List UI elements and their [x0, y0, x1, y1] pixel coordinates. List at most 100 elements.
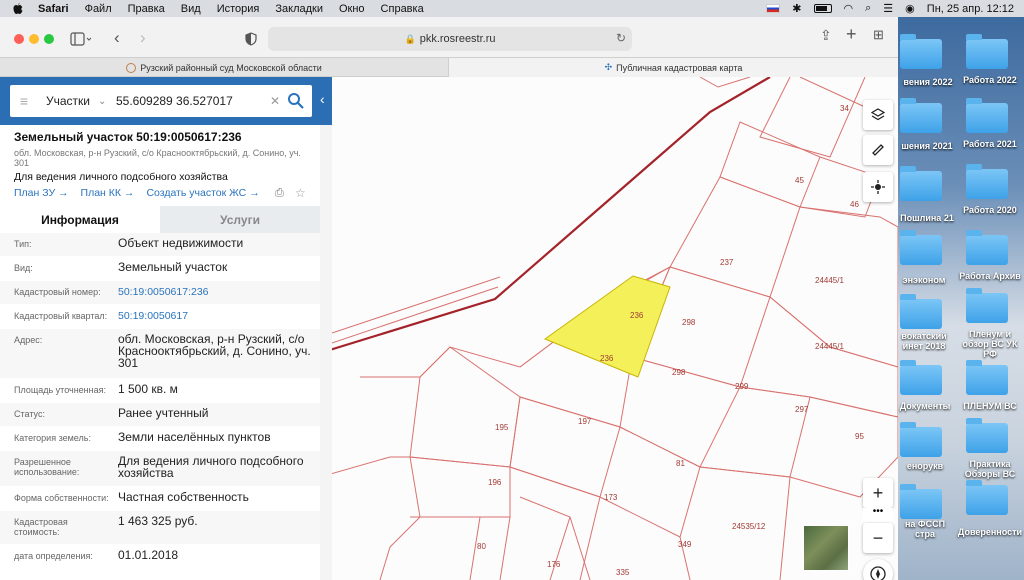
cadastral-map[interactable]: 34 45 46 237 24445/1 24445/1 236 236 298… — [320, 77, 898, 580]
plan-zu-link[interactable]: План ЗУ → — [14, 187, 69, 199]
desktop-folder[interactable]: Пошлина 21 — [898, 163, 954, 223]
map-parcel-number: 95 — [855, 432, 864, 441]
tab-label: Рузский районный суд Московской области — [140, 62, 322, 73]
menu-help[interactable]: Справка — [381, 3, 424, 15]
reload-icon[interactable]: ↻ — [616, 31, 626, 45]
close-window-button[interactable] — [14, 34, 24, 44]
desktop-folder[interactable]: Доверенности — [956, 480, 1024, 543]
sidebar-toggle-icon[interactable] — [70, 32, 92, 46]
desktop-folder[interactable]: энэконом — [898, 229, 952, 289]
tab-services[interactable]: Услуги — [160, 206, 320, 233]
parcel-boundaries[interactable]: 34 45 46 237 24445/1 24445/1 236 236 298… — [320, 77, 898, 580]
measure-button[interactable] — [863, 135, 893, 165]
new-tab-button[interactable]: + — [846, 24, 857, 45]
map-parcel-number: 298 — [682, 318, 696, 327]
map-parcel-number: 173 — [604, 493, 618, 502]
desktop-folder[interactable]: ПЛЕНУМ ВС — [956, 357, 1024, 417]
desktop-folder[interactable]: вокатский инет 2018 — [898, 293, 952, 357]
siri-icon[interactable]: ◉ — [905, 2, 915, 15]
desktop-folder[interactable]: Работа 2022 — [956, 31, 1024, 91]
menu-history[interactable]: История — [217, 3, 260, 15]
plan-kk-link[interactable]: План КК → — [81, 187, 135, 199]
favorite-star-icon[interactable]: ☆ — [295, 186, 306, 200]
collapse-panel-icon[interactable]: ‹ — [320, 91, 325, 107]
tab-overview-icon[interactable]: ⊞ — [873, 27, 884, 43]
privacy-shield-icon[interactable] — [245, 32, 257, 46]
folder-icon — [900, 484, 942, 519]
cadastral-quarter-link[interactable]: 50:19:0050617 — [118, 310, 313, 322]
desktop-folder[interactable]: Пленум и обзор ВС УК РФ — [956, 288, 1024, 359]
search-type-select[interactable]: Участки — [46, 94, 98, 108]
desktop-folder[interactable]: шения 2021 — [898, 95, 953, 155]
map-parcel-number: 46 — [850, 200, 859, 209]
back-button[interactable]: ‹ — [114, 28, 120, 48]
folder-icon — [900, 166, 942, 201]
search-box: ≡ Участки ⌄ 55.609289 36.527017 ✕ — [10, 85, 312, 117]
battery-icon[interactable] — [813, 4, 832, 13]
map-parcel-number: 24445/1 — [815, 342, 844, 351]
bluetooth-icon[interactable]: ✱ — [792, 2, 801, 15]
menu-file[interactable]: Файл — [85, 3, 112, 15]
desktop-folder[interactable]: Практика Обзоры ВС — [956, 418, 1024, 481]
folder-icon — [966, 34, 1008, 69]
menu-view[interactable]: Вид — [181, 3, 201, 15]
parcel-title: Земельный участок 50:19:0050617:236 — [14, 130, 242, 144]
folder-icon — [966, 164, 1008, 199]
search-menu-icon[interactable]: ⌕ — [865, 2, 871, 15]
menu-app-name[interactable]: Safari — [38, 3, 69, 15]
hamburger-menu-icon[interactable]: ≡ — [10, 93, 38, 109]
satellite-basemap-thumbnail[interactable] — [803, 525, 849, 571]
zoom-out-button[interactable]: − — [863, 523, 893, 553]
desktop-folder[interactable]: вения 2022 — [898, 31, 953, 91]
input-language-flag-icon[interactable] — [766, 4, 781, 13]
wifi-icon[interactable]: ◠ — [844, 2, 854, 15]
search-input[interactable]: 55.609289 36.527017 — [116, 94, 270, 108]
menu-edit[interactable]: Правка — [128, 3, 165, 15]
locate-button[interactable] — [863, 172, 893, 202]
create-zhs-link[interactable]: Создать участок ЖС → — [146, 187, 259, 199]
zoom-window-button[interactable] — [44, 34, 54, 44]
address-bar[interactable]: 🔒 pkk.rosreestr.ru ↻ — [268, 27, 632, 51]
tab-court-site[interactable]: Рузский районный суд Московской области — [0, 58, 449, 77]
more-zoom-options-button[interactable]: ••• — [863, 507, 893, 522]
folder-icon — [966, 360, 1008, 395]
map-parcel-number: 236 — [600, 354, 614, 363]
tab-cadastral-map[interactable]: ✣ Публичная кадастровая карта — [449, 58, 898, 77]
clear-search-icon[interactable]: ✕ — [270, 94, 286, 108]
attribute-row: Категория земель: Земли населённых пункто… — [0, 427, 320, 451]
folder-icon — [900, 230, 942, 265]
ruler-icon — [872, 144, 884, 156]
attribute-row: Вид: Земельный участок — [0, 257, 320, 281]
desktop-folder[interactable]: енорукв — [898, 421, 952, 481]
report-icon[interactable]: ⎙ — [275, 187, 284, 200]
menu-bookmarks[interactable]: Закладки — [275, 3, 323, 15]
chevron-down-icon[interactable]: ⌄ — [98, 96, 112, 107]
parcel-address: обл. Московская, р-н Рузский, с/о Красно… — [14, 148, 301, 168]
share-icon[interactable]: ⇪ — [820, 27, 832, 44]
panel-scrollbar[interactable] — [320, 125, 332, 580]
map-parcel-number: 236 — [630, 311, 644, 320]
map-parcel-number: 196 — [488, 478, 502, 487]
desktop-folder[interactable]: Работа 2021 — [956, 95, 1024, 155]
desktop-folder[interactable]: Работа Архив — [956, 229, 1024, 289]
layers-button[interactable] — [863, 100, 893, 130]
map-parcel-number: 80 — [477, 542, 486, 551]
tab-information[interactable]: Информация — [0, 206, 160, 233]
menu-bar: Safari Файл Правка Вид История Закладки … — [0, 0, 1024, 17]
apple-icon[interactable] — [12, 2, 24, 15]
menu-clock[interactable]: Пн, 25 апр. 12:12 — [927, 3, 1014, 15]
map-parcel-number: 45 — [795, 176, 804, 185]
minimize-window-button[interactable] — [29, 34, 39, 44]
desktop-folder[interactable]: Работа 2020 — [956, 163, 1024, 223]
menu-window[interactable]: Окно — [339, 3, 365, 15]
folder-icon — [966, 480, 1008, 515]
safari-window: ‹ › 🔒 pkk.rosreestr.ru ↻ ⇪ + ⊞ Рузский р… — [0, 17, 898, 580]
control-center-icon[interactable]: ☰ — [883, 2, 893, 15]
map-favicon-icon: ✣ — [604, 62, 613, 72]
forward-button[interactable]: › — [140, 28, 146, 48]
desktop-folder[interactable]: Документы — [898, 357, 952, 417]
desktop-folder[interactable]: на ФССП стра — [898, 483, 952, 547]
zoom-in-button[interactable]: + — [863, 478, 893, 508]
search-icon[interactable] — [286, 91, 306, 111]
cadastral-number-link[interactable]: 50:19:0050617:236 — [118, 286, 313, 298]
